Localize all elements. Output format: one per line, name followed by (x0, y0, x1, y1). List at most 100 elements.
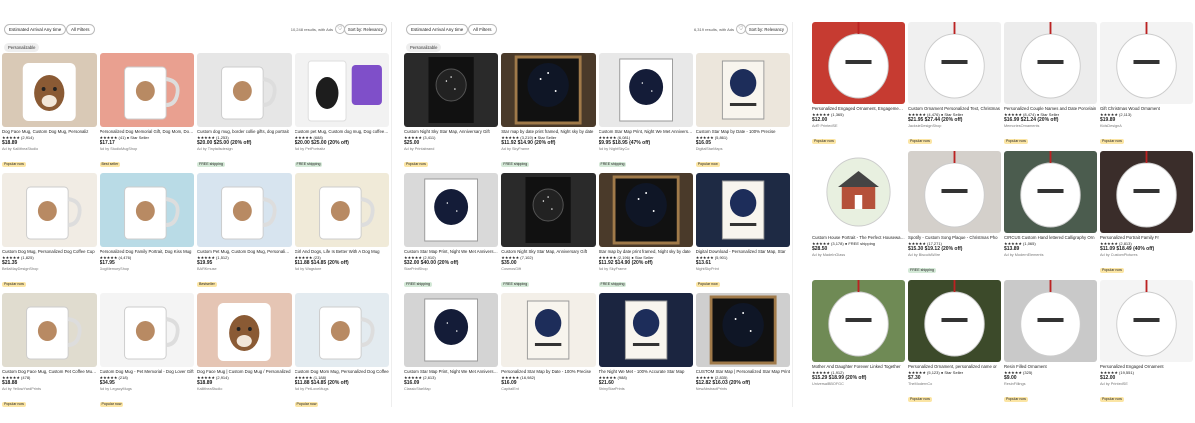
product-card[interactable]: Spotify - Custom Song Plaque - Christmas… (908, 151, 1001, 280)
product-card[interactable]: Personalized Dog Memorial Gift, Dog Mom,… (99, 53, 194, 173)
product-thumbnail[interactable] (294, 53, 389, 127)
product-card[interactable]: Personalized Engaged Ornament, Engagemen… (812, 22, 905, 151)
product-thumbnail[interactable] (99, 53, 194, 127)
product-price: $18.88 (2, 380, 18, 386)
product-badge: Popular now (294, 402, 319, 407)
product-card[interactable]: Custom Pet Mug, Custom Dog Mug, Personal… (197, 173, 292, 293)
product-thumbnail[interactable] (1004, 151, 1097, 233)
product-card[interactable]: Dog Face Mug, Custom Dog Mug, Personaliz… (2, 53, 97, 173)
product-thumbnail[interactable] (812, 22, 905, 104)
product-thumbnail[interactable] (598, 293, 693, 367)
product-price: $9.95 $18.95 (47% off) (598, 140, 651, 146)
product-thumbnail[interactable] (404, 293, 499, 367)
product-card[interactable]: Custom Dog Mug - Pet Memorial - Dog Love… (99, 293, 194, 407)
shop-name: ResinFillings (1004, 382, 1026, 386)
product-thumbnail[interactable] (197, 53, 292, 127)
product-price: $17.17 (99, 140, 115, 146)
product-card[interactable]: Dog Face Mug | Custom Dog Mug / Personal… (197, 293, 292, 407)
applied-filter-chip[interactable]: Personalizable (406, 43, 442, 52)
product-card[interactable]: The Night We Met - 100% Accurate Star Ma… (598, 293, 693, 407)
product-thumbnail[interactable] (1100, 22, 1193, 104)
product-card[interactable]: Star map by date print framed, Night sky… (501, 53, 596, 173)
product-card[interactable]: Custom Star Map Print, Night We Met Anni… (404, 293, 499, 407)
product-card[interactable]: Custom Ornament Personalized Text, Chris… (908, 22, 1001, 151)
product-card[interactable]: Custom Dog Mom Mug, Personalized Dog Cof… (294, 293, 389, 407)
shop-name: Ad by StudioMugShop (99, 147, 138, 151)
product-card[interactable]: Custom Dog Face Mug, Custom Pet Coffee M… (2, 293, 97, 407)
product-card[interactable]: Custom dog mug, border collie gifts, dog… (197, 53, 292, 173)
shop-name: Ad by Printabrand (404, 147, 435, 151)
product-card[interactable]: Custom Dog Mug, Personalized Dog Coffee … (2, 173, 97, 293)
product-thumbnail[interactable] (99, 293, 194, 367)
product-thumbnail[interactable] (908, 151, 1001, 233)
product-thumbnail[interactable] (197, 293, 292, 367)
product-card[interactable]: Digital Download - Personalized Star Map… (695, 173, 790, 293)
product-thumbnail[interactable] (598, 173, 693, 247)
product-thumbnail[interactable] (294, 173, 389, 247)
product-thumbnail[interactable] (404, 173, 499, 247)
product-thumbnail[interactable] (598, 53, 693, 127)
product-card[interactable]: Custom pet Mug, Custom dog mug, Dog coff… (294, 53, 389, 173)
product-card[interactable]: Custom Star Map Print, Night We Met Anni… (404, 173, 499, 293)
product-thumbnail[interactable] (908, 22, 1001, 104)
product-badge: Bestseller (197, 282, 217, 287)
product-thumbnail[interactable] (812, 151, 905, 233)
product-card[interactable]: Custom Night Sky Star Map, Anniversary G… (404, 53, 499, 173)
estimated-arrival-filter[interactable]: Estimated Arrival Any time (4, 24, 67, 35)
sort-dropdown[interactable]: Sort by: Relevancy (343, 24, 387, 35)
product-badge: FREE shipping (501, 282, 530, 287)
product-card[interactable]: Mother And Daughter Forever Linked Toget… (812, 280, 905, 407)
product-price: $16.09 (404, 380, 420, 386)
product-thumbnail[interactable] (1100, 151, 1193, 233)
product-thumbnail[interactable] (99, 173, 194, 247)
product-badge: Popular now (908, 139, 932, 144)
product-card[interactable]: Custom Night Sky Star Map, Anniversary G… (501, 173, 596, 293)
product-thumbnail[interactable] (501, 293, 596, 367)
product-price: $21.35 (2, 260, 18, 266)
product-card[interactable]: Personalized Ornament, personalized name… (908, 280, 1001, 407)
product-grid: Personalized Engaged Ornament, Engagemen… (812, 22, 1193, 407)
product-grid: Custom Night Sky Star Map, Anniversary G… (404, 53, 790, 407)
product-thumbnail[interactable] (501, 53, 596, 127)
product-thumbnail[interactable] (1004, 280, 1097, 362)
product-card[interactable]: Custom House Portrait - The Perfect Hous… (812, 151, 905, 280)
product-thumbnail[interactable] (2, 173, 97, 247)
sort-dropdown[interactable]: Sort by: Relevancy (744, 24, 788, 35)
product-card[interactable]: Personalized Dog Family Portrait, Dog Ki… (99, 173, 194, 293)
product-thumbnail[interactable] (1100, 280, 1193, 362)
product-thumbnail[interactable] (695, 173, 790, 247)
product-card[interactable]: CUSTOM Star Map | Personalized Star Map … (695, 293, 790, 407)
product-card[interactable]: Custom Star Map Print, Night We Met Anni… (598, 53, 693, 173)
product-badge: Popular now (695, 282, 720, 287)
product-card[interactable]: Custom Star Map by Date - 100% Precise ★★… (695, 53, 790, 173)
product-card[interactable]: Personalized Star Map by Date - 100% Pre… (501, 293, 596, 407)
estimated-arrival-filter[interactable]: Estimated Arrival Any time (406, 24, 469, 35)
product-card[interactable]: Personalized Portrait Family Fr ★★★★★ (2,… (1100, 151, 1193, 280)
product-thumbnail[interactable] (501, 173, 596, 247)
product-thumbnail[interactable] (695, 293, 790, 367)
product-thumbnail[interactable] (294, 293, 389, 367)
product-thumbnail[interactable] (2, 53, 97, 127)
product-thumbnail[interactable] (812, 280, 905, 362)
applied-filter-chip[interactable]: Personalizable (4, 43, 40, 52)
product-thumbnail[interactable] (1004, 22, 1097, 104)
product-card[interactable]: CIRCUS Custom Hand lettered Calligraphy … (1004, 151, 1097, 280)
product-thumbnail[interactable] (695, 53, 790, 127)
product-card[interactable]: Resin Filled Ornament ★★★★★ (325) $9.00 Res… (1004, 280, 1097, 407)
product-price: $35.00 (501, 260, 517, 266)
product-card[interactable]: Personalized Engaged Ornament ★★★★★ (19,5… (1100, 280, 1193, 407)
product-thumbnail[interactable] (404, 53, 499, 127)
product-card[interactable]: Girl And Dogs, Life Is Better With A Dog… (294, 173, 389, 293)
product-badge: FREE shipping (501, 162, 530, 167)
product-card[interactable]: Gift Christmas Wood Ornament ★★★★★ (2,113… (1100, 22, 1193, 151)
product-card[interactable]: Personalized Couple Names and Date Porce… (1004, 22, 1097, 151)
product-thumbnail[interactable] (908, 280, 1001, 362)
product-card[interactable]: Star map by date print framed, Night sky… (598, 173, 693, 293)
product-thumbnail[interactable] (197, 173, 292, 247)
product-price: $20.00 $25.00 (20% off) (294, 140, 349, 146)
shop-name: Ad by ModernElements (1004, 253, 1044, 257)
all-filters-button[interactable]: All Filters (468, 24, 497, 35)
all-filters-button[interactable]: All Filters (66, 24, 95, 35)
product-thumbnail[interactable] (2, 293, 97, 367)
shop-name: Ad by NightSkyCo (598, 147, 630, 151)
